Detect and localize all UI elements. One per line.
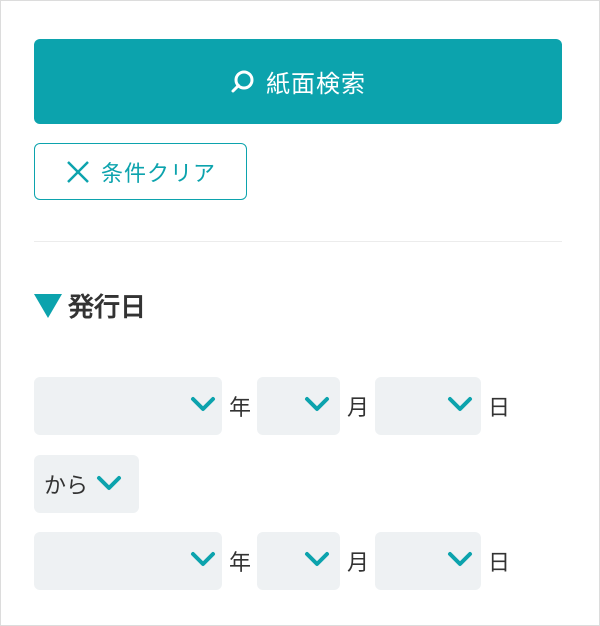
close-icon — [67, 160, 89, 183]
chevron-down-icon — [305, 397, 330, 411]
day-unit: 日 — [488, 551, 511, 576]
chevron-down-icon — [448, 552, 473, 566]
to-year-select[interactable] — [34, 532, 222, 590]
search-icon — [231, 70, 254, 92]
from-day-select[interactable] — [375, 377, 482, 435]
chevron-down-icon — [191, 397, 215, 411]
year-unit: 年 — [229, 396, 252, 421]
clear-button-label: 条件クリア — [100, 161, 216, 187]
section-heading: 発行日 — [34, 287, 146, 323]
chevron-down-icon — [305, 552, 330, 566]
section-title: 発行日 — [68, 292, 147, 323]
from-month-select[interactable] — [257, 377, 341, 435]
year-unit: 年 — [229, 551, 252, 576]
triangle-down-icon — [34, 294, 62, 318]
date-to-row: 年 月 日 — [34, 532, 516, 590]
to-month-select[interactable] — [257, 532, 341, 590]
chevron-down-icon — [97, 476, 122, 490]
clear-conditions-button[interactable]: 条件クリア — [34, 143, 247, 200]
chevron-down-icon — [191, 552, 215, 566]
day-unit: 日 — [488, 396, 511, 421]
divider — [34, 241, 562, 242]
date-from-row: 年 月 日 — [34, 377, 516, 435]
search-button[interactable]: 紙面検索 — [34, 39, 562, 124]
month-unit: 月 — [347, 396, 370, 421]
month-unit: 月 — [347, 551, 370, 576]
from-year-select[interactable] — [34, 377, 222, 435]
search-button-label: 紙面検索 — [266, 70, 366, 98]
to-day-select[interactable] — [375, 532, 482, 590]
range-select[interactable]: から — [34, 455, 139, 513]
range-select-value: から — [44, 474, 89, 499]
search-panel: 紙面検索 条件クリア 発行日 年 月 日 から 年 月 日 — [0, 0, 600, 626]
chevron-down-icon — [448, 397, 473, 411]
